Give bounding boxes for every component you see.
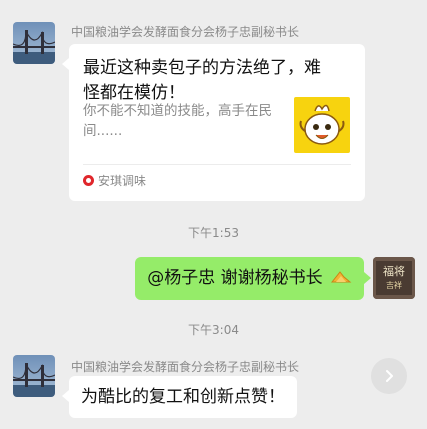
sender-name: 中国粮油学会发酵面食分会杨子忠副秘书长 xyxy=(71,25,300,39)
article-source: 安琪调味 xyxy=(83,172,146,189)
my-message-bubble[interactable]: @杨子忠 谢谢杨秘书长 xyxy=(135,257,371,300)
cartoon-mascot-icon xyxy=(299,104,345,145)
my-avatar[interactable]: 福将 吉祥 xyxy=(373,257,415,299)
sender-avatar[interactable] xyxy=(13,355,55,397)
timestamp: 下午3:04 xyxy=(188,323,239,337)
message-bubble[interactable]: 为酷比的复工和创新点赞！ xyxy=(62,376,297,418)
timestamp: 下午1:53 xyxy=(188,226,239,240)
source-name: 安琪调味 xyxy=(98,174,147,188)
sender-name: 中国粮油学会发酵面食分会杨子忠副秘书长 xyxy=(71,360,300,374)
angel-logo-icon xyxy=(83,175,94,186)
share-button[interactable] xyxy=(371,358,407,394)
sender-avatar[interactable] xyxy=(13,22,55,64)
bridge-photo-icon xyxy=(13,22,55,64)
message-text: 为酷比的复工和创新点赞！ xyxy=(81,387,285,407)
article-thumbnail xyxy=(294,97,350,153)
article-card[interactable]: 最近这种卖包子的方法绝了，难怪都在模仿！ 你不能不知道的技能，高手在民间....… xyxy=(62,44,365,201)
share-arrow-icon xyxy=(386,370,393,382)
bridge-photo-icon xyxy=(13,355,55,397)
my-message-text: @杨子忠 谢谢杨秘书长 xyxy=(147,268,323,288)
handshake-emoji-icon xyxy=(330,271,352,283)
avatar-text-top: 福将 xyxy=(383,264,405,278)
article-description: 你不能不知道的技能，高手在民间...... xyxy=(83,103,272,139)
card-divider xyxy=(83,164,351,165)
calligraphy-avatar-icon: 福将 吉祥 xyxy=(373,257,415,299)
avatar-text-bottom: 吉祥 xyxy=(386,280,402,290)
